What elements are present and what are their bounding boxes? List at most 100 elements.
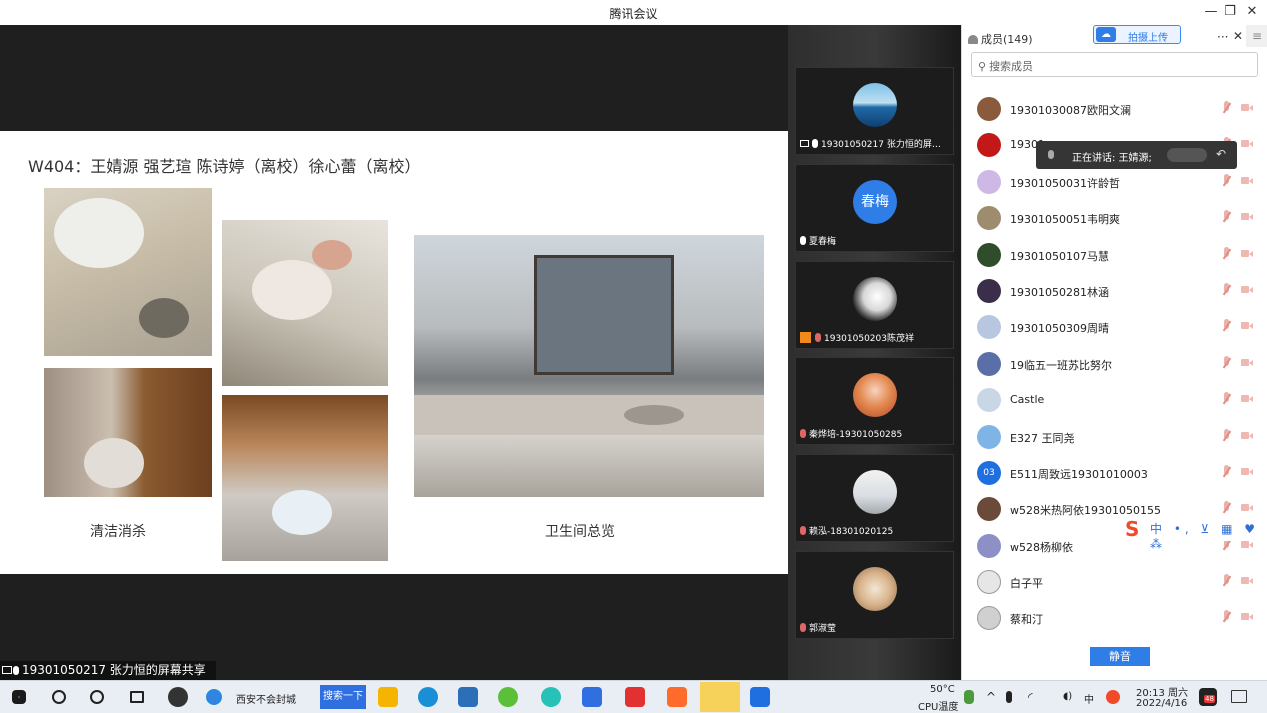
taskbar-search-text[interactable]: 西安不会封城	[236, 691, 296, 706]
member-row[interactable]: 19临五一班苏比努尔	[962, 346, 1267, 382]
panel-menu-button[interactable]: ≡	[1246, 25, 1267, 47]
mic-muted-icon[interactable]	[1221, 210, 1231, 224]
mic-muted-icon[interactable]	[1221, 464, 1231, 479]
upload-button[interactable]: ☁ 拍摄上传	[1093, 25, 1181, 44]
mic-muted-icon[interactable]	[1221, 392, 1231, 406]
member-row[interactable]: 19301050031许龄哲	[962, 164, 1267, 200]
clock-time[interactable]: 20:13 周六	[1136, 684, 1188, 699]
windows-start-icon[interactable]	[12, 690, 26, 704]
action-center-icon[interactable]	[1231, 690, 1247, 703]
member-avatar	[977, 388, 1001, 413]
tencent-meeting-icon[interactable]	[582, 687, 602, 707]
member-row[interactable]: 19301050107马慧	[962, 237, 1267, 273]
mic-muted-icon[interactable]	[1221, 355, 1231, 370]
video-tile[interactable]: 19301050217 张力恒的屏幕...	[795, 67, 954, 155]
member-row[interactable]: Castle	[962, 382, 1267, 418]
anime-avatar	[853, 373, 897, 417]
notification-badge: 48	[1204, 695, 1215, 703]
video-tile[interactable]: 19301050203陈茂祥	[795, 261, 954, 349]
cleaning-photo-3	[44, 368, 212, 497]
tray-expand-icon[interactable]: ^	[986, 690, 996, 704]
member-row[interactable]: 白子平	[962, 564, 1267, 600]
task-view-icon[interactable]	[130, 691, 144, 703]
camera-off-icon[interactable]	[1241, 249, 1253, 258]
edge-browser-icon[interactable]	[418, 687, 438, 707]
minimize-button[interactable]: —	[1201, 3, 1221, 21]
camera-off-icon[interactable]	[1241, 139, 1253, 148]
search-icon[interactable]	[52, 690, 66, 704]
mic-muted-icon[interactable]	[1221, 246, 1231, 261]
member-avatar	[977, 606, 1001, 631]
wifi-icon[interactable]: ◜	[1028, 690, 1033, 704]
back-icon[interactable]: ↶	[1216, 147, 1226, 161]
mic-muted-icon[interactable]	[1221, 319, 1231, 333]
netease-music-icon[interactable]	[625, 687, 645, 707]
wechat-icon[interactable]	[700, 682, 740, 712]
member-search-input[interactable]: ⚲ 搜索成员	[971, 52, 1258, 77]
close-button[interactable]: ✕	[1242, 3, 1262, 21]
video-strip[interactable]: 19301050217 张力恒的屏幕... 春梅 夏春梅 19301050203…	[788, 25, 961, 680]
mic-muted-icon[interactable]	[1221, 428, 1231, 443]
restore-button[interactable]: ❐	[1220, 3, 1240, 21]
camera-off-icon[interactable]	[1241, 612, 1253, 621]
sogou-tray-icon[interactable]	[1106, 690, 1120, 704]
notification-icon[interactable]: 48	[1199, 688, 1217, 706]
mic-muted-icon[interactable]	[1221, 101, 1231, 115]
volume-icon[interactable]: ◖)	[1063, 691, 1072, 702]
mute-all-button[interactable]: 静音	[1090, 647, 1150, 666]
mail-icon[interactable]	[458, 687, 478, 707]
tile-label: 郭淑莹	[809, 624, 837, 634]
member-avatar	[977, 497, 1001, 522]
app-icon-3[interactable]	[750, 687, 770, 707]
mic-muted-icon[interactable]	[1221, 574, 1231, 588]
camera-off-icon[interactable]	[1241, 212, 1253, 221]
tile-label: 赖泓-18301020125	[809, 527, 894, 537]
search-icon: ⚲	[978, 60, 987, 73]
member-row[interactable]: 19301030087欧阳文澜	[962, 91, 1267, 127]
mic-muted-icon[interactable]	[1221, 610, 1231, 624]
camera-off-icon[interactable]	[1241, 431, 1253, 440]
camera-off-icon[interactable]	[1241, 394, 1253, 403]
member-list[interactable]: 19301030087欧阳文澜 19301 19301050031许龄哲 193…	[962, 91, 1267, 637]
member-row[interactable]: 19301050051韦明爽	[962, 200, 1267, 236]
shared-screen-area: W404：王婧源 强艺瑄 陈诗婷（离校）徐心蕾（离校） 清洁消杀 卫生间总览 1…	[0, 25, 788, 680]
camera-off-icon[interactable]	[1241, 503, 1253, 512]
member-row[interactable]: 19301050281林涵	[962, 273, 1267, 309]
cortana-icon[interactable]	[90, 690, 104, 704]
taskbar-search-button[interactable]: 搜索一下	[320, 685, 366, 709]
ime-tools[interactable]: 中 •, ⊻ ▦ ♥ ⁂	[1150, 520, 1267, 551]
browser-e-icon[interactable]	[498, 687, 518, 707]
member-row[interactable]: E327 王同尧	[962, 419, 1267, 455]
camera-off-icon[interactable]	[1241, 358, 1253, 367]
member-row[interactable]: 03 E511周致远19301010003	[962, 455, 1267, 491]
member-avatar: 03	[977, 460, 1001, 485]
more-options-button[interactable]: ···	[1217, 30, 1228, 44]
member-avatar	[977, 169, 1001, 194]
video-tile[interactable]: 秦烨培-19301050285	[795, 357, 954, 445]
member-row[interactable]: 蔡和汀	[962, 600, 1267, 636]
clock-date[interactable]: 2022/4/16	[1136, 698, 1187, 709]
camera-off-icon[interactable]	[1241, 285, 1253, 294]
file-explorer-icon[interactable]	[378, 687, 398, 707]
app-icon-2[interactable]	[541, 687, 561, 707]
close-panel-button[interactable]: ✕	[1233, 29, 1243, 43]
battery-icon[interactable]	[964, 690, 974, 704]
video-player-icon[interactable]	[667, 687, 687, 707]
video-tile[interactable]: 春梅 夏春梅	[795, 164, 954, 252]
input-mode-indicator[interactable]: 中	[1084, 691, 1094, 706]
ie-browser-icon[interactable]	[206, 689, 222, 705]
video-tile[interactable]: 赖泓-18301020125	[795, 454, 954, 542]
member-row[interactable]: 19301050309周晴	[962, 309, 1267, 345]
camera-off-icon[interactable]	[1241, 103, 1253, 112]
camera-off-icon[interactable]	[1241, 576, 1253, 585]
camera-off-icon[interactable]	[1241, 467, 1253, 476]
mic-muted-icon[interactable]	[1221, 173, 1231, 188]
app-icon-1[interactable]	[168, 687, 188, 707]
camera-off-icon[interactable]	[1241, 176, 1253, 185]
camera-off-icon[interactable]	[1241, 321, 1253, 330]
mic-muted-icon[interactable]	[1221, 501, 1231, 515]
mic-muted-icon[interactable]	[1221, 282, 1231, 297]
tray-mic-icon[interactable]	[1006, 691, 1012, 703]
video-tile[interactable]: 郭淑莹	[795, 551, 954, 639]
ime-toolbar[interactable]: S 中 •, ⊻ ▦ ♥ ⁂	[1124, 517, 1267, 551]
